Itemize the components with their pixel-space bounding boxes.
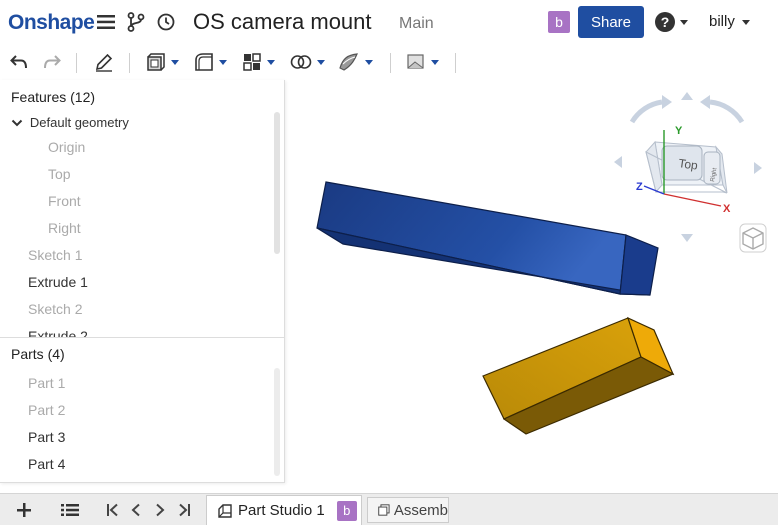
features-scrollbar[interactable] [274,112,280,254]
feature-item-front-plane[interactable]: Front [48,193,81,209]
rotate-arrow-left-icon [629,99,663,124]
feature-item-origin[interactable]: Origin [48,139,85,155]
blue-part-body[interactable] [316,181,659,296]
part-item-4[interactable]: Part 4 [28,456,65,472]
chevron-down-icon [11,120,23,127]
feature-item-right-plane[interactable]: Right [48,220,81,236]
fillet-chevron-down-icon[interactable] [219,59,227,65]
fillet-icon [195,53,213,71]
previous-tab-icon[interactable] [128,500,144,520]
rotate-down-arrow-icon [681,234,693,242]
fillet-tool[interactable] [194,50,227,74]
feature-list-panel: Features (12) Default geometry Origin To… [0,80,285,483]
tab-part-studio-1[interactable]: Part Studio 1 b [206,495,362,525]
plane-chevron-down-icon[interactable] [431,59,439,65]
feature-item-sketch-1[interactable]: Sketch 1 [28,247,82,263]
view-options-cube-icon[interactable] [739,223,767,253]
features-header: Features (12) [11,89,95,105]
assembly-icon [378,504,390,516]
tab-assembly-label: Assemb [393,501,448,519]
feature-toolbar [0,44,778,80]
tab-list-icon[interactable] [60,500,80,520]
rotate-up-arrow-icon [681,92,693,100]
user-badge: b [548,11,570,33]
last-tab-icon[interactable] [175,500,193,520]
user-chevron-down-icon [742,19,751,25]
plane-tool[interactable] [406,50,439,74]
redo-icon[interactable] [43,50,61,74]
boolean-icon [290,55,312,69]
parts-title: Parts [11,346,44,362]
add-tab-icon[interactable] [14,500,34,520]
view-cube-top-label: Top [678,156,699,173]
part-item-3[interactable]: Part 3 [28,429,65,445]
graphics-viewport[interactable]: Top Right Y X Z [286,80,778,493]
next-tab-icon[interactable] [152,500,168,520]
plane-icon [407,54,424,69]
default-geometry-label: Default geometry [29,115,129,130]
gold-part-body[interactable] [482,316,675,435]
surface-icon [339,53,358,71]
axis-z-label: Z [636,181,643,193]
top-bar: Onshape OS camera mount Main b Share ? b… [0,0,778,44]
panel-divider[interactable] [0,337,285,338]
onshape-logo[interactable]: Onshape [8,11,95,35]
features-count: (12) [70,89,96,105]
parts-count: (4) [47,346,65,362]
rotate-left-arrow-icon [614,156,622,168]
feature-list-clip: Extrude 2 [0,326,272,337]
bottom-tab-bar: Part Studio 1 b Assemb [0,493,778,525]
boolean-chevron-down-icon[interactable] [317,59,325,65]
tab-assembly[interactable]: Assemb [367,497,449,523]
pattern-grid-icon [243,53,261,71]
feature-item-extrude-2[interactable]: Extrude 2 [28,328,88,337]
view-cube[interactable]: Top Right Y X Z [614,92,762,242]
branch-name: Main [399,15,434,32]
default-geometry-group[interactable]: Default geometry [11,114,129,130]
pattern-tool[interactable] [242,50,275,74]
menu-icon[interactable] [96,12,116,32]
versions-graph-icon[interactable] [126,12,146,32]
tab-part-studio-1-label: Part Studio 1 [238,502,325,519]
pattern-chevron-down-icon[interactable] [267,59,275,65]
toolbar-divider [129,53,130,73]
feature-item-extrude-1[interactable]: Extrude 1 [28,274,88,290]
help-icon[interactable]: ? [655,12,675,32]
document-title[interactable]: OS camera mount [193,9,372,35]
features-title: Features [11,89,67,105]
extrude-chevron-down-icon[interactable] [171,59,179,65]
axis-x-label: X [723,203,731,215]
parts-header: Parts (4) [11,346,65,362]
tab-user-badge: b [336,500,357,521]
toolbar-divider [390,53,391,73]
surface-chevron-down-icon[interactable] [365,59,373,65]
axis-y-label: Y [675,125,683,137]
extrude-tool[interactable] [146,50,179,74]
user-menu[interactable]: billy [709,13,751,30]
history-clock-icon[interactable] [156,12,176,32]
part-item-1[interactable]: Part 1 [28,375,65,391]
toolbar-divider [76,53,77,73]
toolbar-divider [455,53,456,73]
viewport-canvas[interactable]: Top Right Y X Z [286,80,778,493]
first-tab-icon[interactable] [104,500,122,520]
part-studio-icon [218,503,232,518]
part-item-2[interactable]: Part 2 [28,402,65,418]
feature-item-top-plane[interactable]: Top [48,166,71,182]
help-chevron-down-icon[interactable] [680,20,688,25]
rotate-arrow-right-icon [709,99,745,124]
username-label: billy [709,13,735,30]
undo-icon[interactable] [10,50,28,74]
feature-item-sketch-2[interactable]: Sketch 2 [28,301,82,317]
share-button[interactable]: Share [578,6,644,38]
extrude-icon [147,53,165,71]
rotate-right-arrow-icon [754,162,762,174]
parts-scrollbar[interactable] [274,368,280,476]
sketch-pencil-icon[interactable] [94,50,114,74]
surface-tool[interactable] [338,50,373,74]
boolean-tool[interactable] [290,50,325,74]
